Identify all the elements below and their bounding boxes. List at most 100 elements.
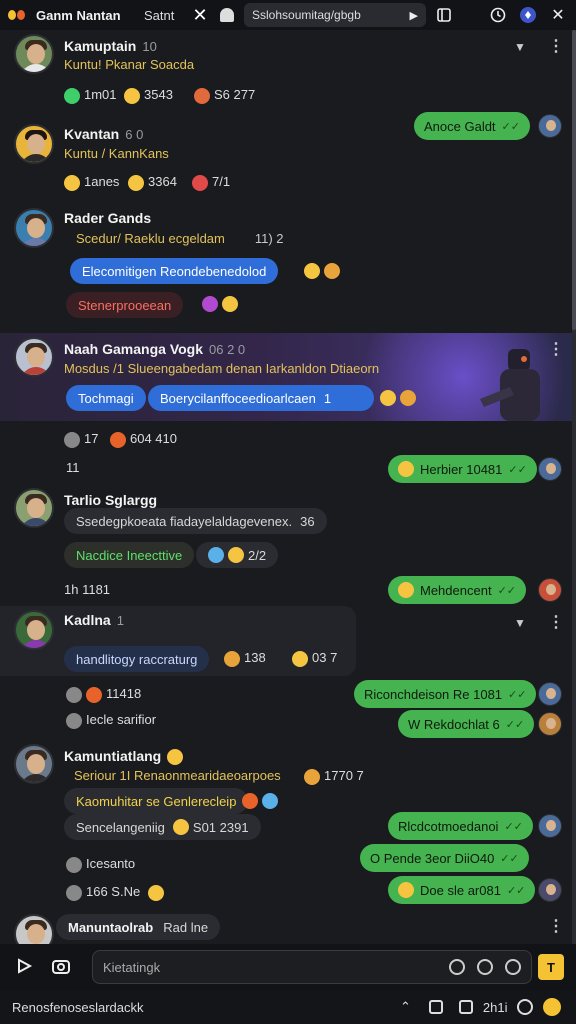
sticker-icon [183,432,199,448]
reaction[interactable] [304,262,344,279]
sender-name: Manuntaolrab Rad lne [56,914,221,940]
message-input[interactable]: Kietatingk [92,950,532,984]
chevron-right-icon[interactable]: ▶ [410,9,418,22]
more-options-icon[interactable]: ⋮ [548,916,564,936]
status-indicator-icon[interactable] [543,998,562,1016]
reaction[interactable]: 138 [224,650,290,667]
more-options-icon[interactable]: ⋮ [548,612,564,632]
avatar[interactable] [14,914,54,944]
reaction[interactable] [202,295,242,312]
blue-tag-pill[interactable]: Elecomitigen Reondebenedolod [70,258,279,284]
reaction[interactable]: 1m01 [64,87,117,104]
green-tag-pill[interactable]: Nacdice Ineecttive [64,542,195,568]
extension-icon[interactable] [516,3,540,27]
message-row: Rader Gands Scedur/ Raeklu ecgeldam 11) 2… [0,200,572,330]
clock-icon[interactable] [517,999,534,1015]
more-options-icon[interactable]: ⋮ [548,36,564,56]
hand-emoji-icon [235,230,251,246]
outgoing-bubble[interactable]: Anoce Galdt ✓✓ [414,112,530,140]
reaction[interactable]: 1anes [64,174,119,191]
outgoing-bubble[interactable]: W Rekdochlat 6 ✓✓ [398,710,535,738]
reply-count[interactable]: 11 [66,460,80,475]
status-count: 2h1i [482,999,508,1015]
grin-emoji-icon [124,87,140,104]
notification-icon[interactable] [220,8,234,22]
sender-name: Rader Gands [64,210,152,226]
reaction[interactable]: 1770 7 [304,768,364,785]
sender-name: Kamuntiatlang [64,748,187,766]
avatar[interactable] [14,208,54,248]
sender-name: Kamuptain 10 [64,38,157,54]
message-row: Naah Gamanga Vogk 06 2 0 Mosdus /1 Slueen… [0,333,572,483]
reaction[interactable]: 3364 [128,174,177,191]
more-options-icon[interactable]: ⋮ [548,339,564,359]
chevron-down-icon[interactable]: ▼ [514,40,526,54]
gif-icon[interactable] [505,959,521,975]
blue-tag-pill[interactable]: handlitogy raccraturg [64,646,210,672]
reaction[interactable]: 11418 [66,686,141,703]
send-button[interactable]: T [538,954,564,980]
message-subtitle: Scedur/ Raeklu ecgeldam 11) 2 [76,230,284,246]
reaction[interactable]: 166 S.Ne [66,884,168,901]
status-text: Renosfenoseslardackk [12,999,144,1015]
camera-icon[interactable] [50,956,72,976]
sidebar-toggle-icon[interactable] [432,3,456,27]
chevron-icon[interactable]: ⌃ [400,999,411,1015]
outgoing-bubble[interactable]: O Pende 3eor DiiO40 ✓✓ [360,844,529,872]
chevron-down-icon[interactable]: ▼ [514,616,526,630]
sticker-icon[interactable] [477,959,493,975]
avatar[interactable] [14,744,54,784]
outgoing-bubble[interactable]: Doe sle ar081 ✓✓ [388,876,536,904]
scrollbar-thumb[interactable] [572,30,576,330]
status-bar: Renosfenoseslardackk ⌃ 2h1i [0,990,576,1024]
reaction[interactable]: Iecle sarifior [66,712,184,729]
message-row: Kamuptain 10 Kuntu! Pkanar Soacda 1m01 35… [0,32,572,112]
message-subtitle: Seriour 1I Renaonmearidaeoarpoes [74,768,281,783]
gold-tag-pill[interactable]: Kaomuhitar se Genlerecleip [64,788,249,814]
pencil-emoji-icon [194,87,210,104]
reaction[interactable] [380,389,420,406]
reaction[interactable]: 3543 [124,87,173,104]
message-subtitle: Kuntu! Pkanar Soacda [64,57,195,72]
app-title: Ganm Nantan [36,7,121,23]
tab-label[interactable]: Satnt [144,8,184,23]
clock-icon[interactable] [486,3,510,27]
outgoing-bubble[interactable]: Riconchdeison Re 1081 ✓✓ [354,680,537,708]
blue-tag-pill[interactable]: Tochmagi [66,385,146,411]
blue-tag-pill[interactable]: Boerycilanffoceedioarlcaen 1 [148,385,374,411]
reaction[interactable]: 17 [64,431,98,448]
reaction[interactable]: Icesanto [66,856,135,873]
red-tag-pill[interactable]: Stenerprooeean [66,292,184,318]
avatar[interactable] [14,488,54,528]
sender-name: Kadlna 1 [64,612,124,628]
reaction[interactable]: S6 277 [194,87,255,104]
avatar[interactable] [14,337,54,377]
emoji-icon[interactable] [449,959,465,975]
message-subtitle: Kuntu / KannKans [64,146,169,161]
read-avatar [538,814,562,838]
smile-emoji-icon [398,461,414,477]
close-window-icon[interactable]: ✕ [546,3,570,27]
window-icon[interactable] [458,1000,473,1014]
reaction[interactable]: 2/2 [196,542,279,568]
reaction[interactable] [242,792,282,809]
scrollbar[interactable] [572,30,576,944]
avatar[interactable] [14,124,54,164]
avatar[interactable] [14,610,54,650]
title-bar: Ganm Nantan Satnt ✕ Sslohsoumitag/gbgb ▶… [0,0,576,30]
reaction[interactable]: 7/1 [192,174,230,191]
message-subtitle: Mosdus /1 Slueengabedam denan Iarkanldon… [64,361,380,376]
screen-icon[interactable] [428,1000,443,1014]
avatar[interactable] [14,34,54,74]
read-avatar [538,682,562,706]
outgoing-bubble[interactable]: Mehdencent ✓✓ [388,576,526,604]
outgoing-bubble[interactable]: Rlcdcotmoedanoi ✓✓ [388,812,533,840]
reaction[interactable]: 03 7 [292,650,337,667]
message-row: Manuntaolrab Rad lne ⋮ [0,910,572,944]
address-bar[interactable]: Sslohsoumitag/gbgb ▶ [244,3,426,27]
thumbs-up-icon [64,431,80,448]
message-row: Tarlio Sglargg Ssedegpkoeata fiadayelald… [0,478,572,606]
play-icon[interactable] [14,956,34,976]
reaction[interactable]: 604 410 [110,431,203,448]
close-tab-icon[interactable]: ✕ [190,5,210,26]
